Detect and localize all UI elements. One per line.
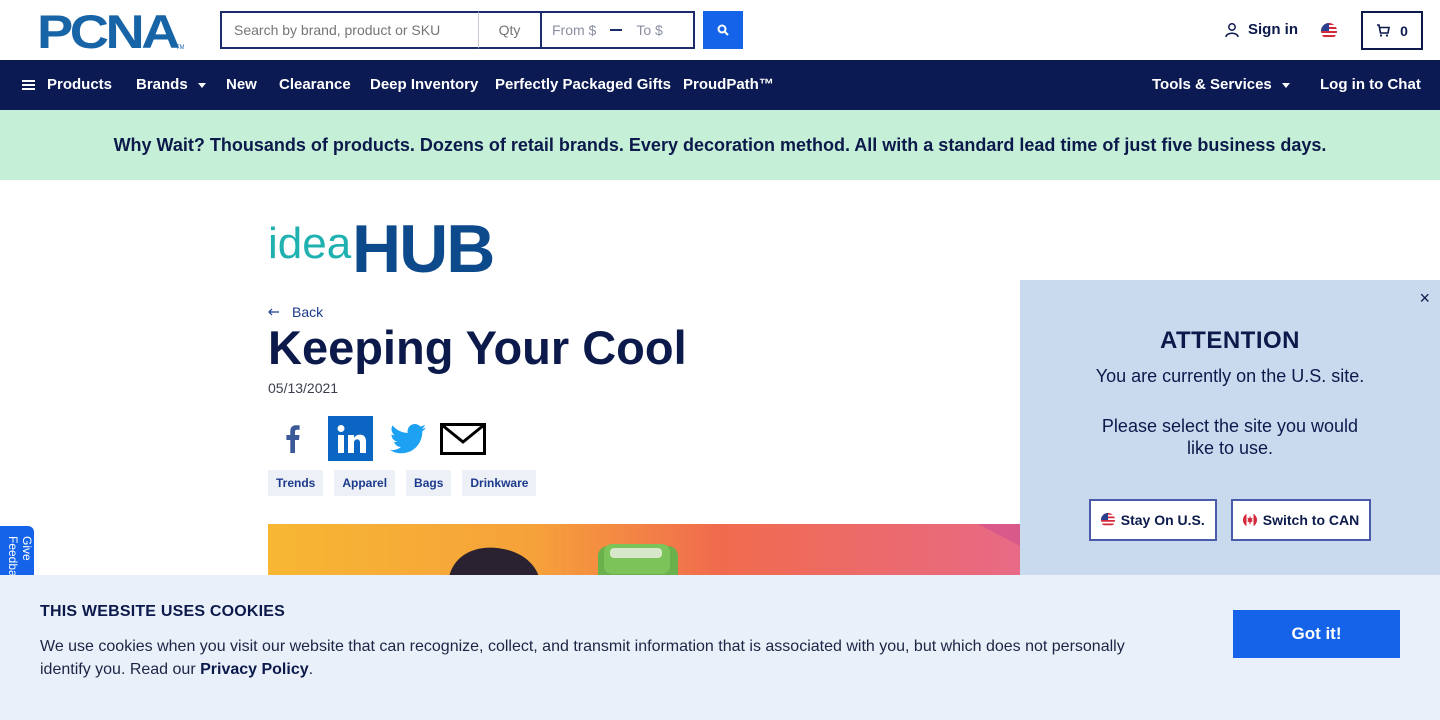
svg-text:PCNA: PCNA — [37, 12, 179, 50]
qty-input[interactable] — [478, 11, 540, 49]
back-link[interactable]: Back — [268, 304, 323, 320]
search-button[interactable] — [703, 11, 743, 49]
attention-message-2: Please select the site you would like to… — [1101, 416, 1359, 458]
stay-us-label: Stay On U.S. — [1120, 512, 1205, 528]
email-icon[interactable] — [439, 417, 487, 461]
nav-clearance[interactable]: Clearance — [279, 76, 351, 93]
nav-deep-inventory-label: Deep Inventory — [370, 76, 479, 93]
nav-tools[interactable]: Tools & Services — [1152, 76, 1290, 93]
search-input[interactable] — [220, 11, 478, 49]
nav-brands-label: Brands — [136, 76, 188, 93]
cookie-period: . — [308, 661, 314, 678]
range-dash — [610, 29, 623, 31]
promo-banner: Why Wait? Thousands of products. Dozens … — [0, 110, 1440, 180]
tag-trends[interactable]: Trends — [268, 470, 324, 496]
price-to-field[interactable]: To $ — [636, 22, 662, 38]
nav-proudpath-label: ProudPath™ — [683, 76, 774, 93]
us-flag-icon[interactable] — [1321, 23, 1337, 39]
chevron-down-icon — [1281, 83, 1290, 88]
back-label: Back — [292, 304, 324, 320]
nav-clearance-label: Clearance — [279, 76, 351, 93]
site-selector-popup: × ATTENTION You are currently on the U.S… — [1020, 280, 1440, 576]
twitter-icon[interactable] — [385, 417, 431, 461]
tag-apparel[interactable]: Apparel — [334, 470, 396, 496]
nav-deep-inventory[interactable]: Deep Inventory — [370, 76, 478, 93]
sign-in-label: Sign in — [1248, 21, 1298, 38]
attention-heading: ATTENTION — [1159, 327, 1301, 354]
nav-tools-label: Tools & Services — [1152, 76, 1272, 93]
svg-text:HUB: HUB — [352, 214, 493, 274]
nav-chat-label: Log in to Chat — [1320, 76, 1421, 93]
main-nav: Products Brands New Clearance Deep Inven… — [0, 60, 1440, 110]
linkedin-icon[interactable] — [328, 416, 373, 461]
user-icon — [1225, 22, 1239, 37]
nav-products-label: Products — [47, 76, 113, 93]
cart-button[interactable]: 0 — [1361, 11, 1423, 50]
search-icon — [717, 24, 729, 36]
chevron-down-icon — [197, 83, 206, 88]
tag-bags[interactable]: Bags — [406, 470, 452, 496]
nav-products[interactable]: Products — [22, 76, 112, 93]
attention-buttons: Stay On U.S. Switch to CAN — [1020, 499, 1440, 541]
us-flag-icon — [1100, 513, 1115, 527]
tag-list: Trends Apparel Bags Drinkware — [268, 470, 537, 496]
canada-flag-icon — [1242, 513, 1257, 527]
svg-text:TM: TM — [176, 45, 184, 50]
ideahub-logo[interactable]: idea HUB — [268, 214, 518, 274]
accept-cookies-button[interactable]: Got it! — [1233, 610, 1400, 658]
nav-new[interactable]: New — [226, 76, 257, 93]
article-date: 05/13/2021 — [268, 380, 339, 396]
stay-us-button[interactable]: Stay On U.S. — [1088, 499, 1217, 541]
nav-new-label: New — [226, 76, 257, 93]
privacy-policy-link[interactable]: Privacy Policy — [200, 661, 309, 678]
nav-proudpath[interactable]: ProudPath™ — [683, 76, 774, 93]
cart-count: 0 — [1400, 22, 1408, 39]
sign-in-link[interactable]: Sign in — [1224, 21, 1298, 38]
nav-chat-login[interactable]: Log in to Chat — [1320, 76, 1421, 93]
cart-icon — [1377, 24, 1391, 37]
nav-gifts[interactable]: Perfectly Packaged Gifts — [495, 76, 671, 93]
arrow-left-icon — [268, 308, 279, 316]
facebook-icon[interactable] — [268, 417, 318, 461]
tag-drinkware[interactable]: Drinkware — [462, 470, 537, 496]
share-icons — [268, 416, 487, 461]
close-icon[interactable]: × — [1419, 288, 1430, 309]
top-header: PCNA TM From $ To $ Sign in — [0, 0, 1440, 60]
cookie-banner: THIS WEBSITE USES COOKIES We use cookies… — [0, 575, 1440, 720]
nav-gifts-label: Perfectly Packaged Gifts — [495, 76, 671, 93]
menu-icon — [22, 78, 35, 92]
article-title: Keeping Your Cool — [268, 321, 687, 374]
promo-text: Why Wait? Thousands of products. Dozens … — [113, 134, 1327, 155]
cookie-heading: THIS WEBSITE USES COOKIES — [40, 603, 286, 620]
price-from-field[interactable]: From $ — [552, 22, 596, 38]
price-range[interactable]: From $ To $ — [540, 11, 695, 49]
pcna-logo[interactable]: PCNA TM — [37, 12, 184, 50]
nav-brands[interactable]: Brands — [136, 76, 206, 93]
switch-can-label: Switch to CAN — [1262, 512, 1360, 528]
cookie-text: We use cookies when you visit our websit… — [40, 635, 1160, 681]
search-bar: From $ To $ — [220, 11, 743, 49]
attention-message: You are currently on the U.S. site. — [1095, 366, 1365, 386]
svg-text:idea: idea — [268, 219, 352, 268]
switch-can-button[interactable]: Switch to CAN — [1230, 499, 1372, 541]
